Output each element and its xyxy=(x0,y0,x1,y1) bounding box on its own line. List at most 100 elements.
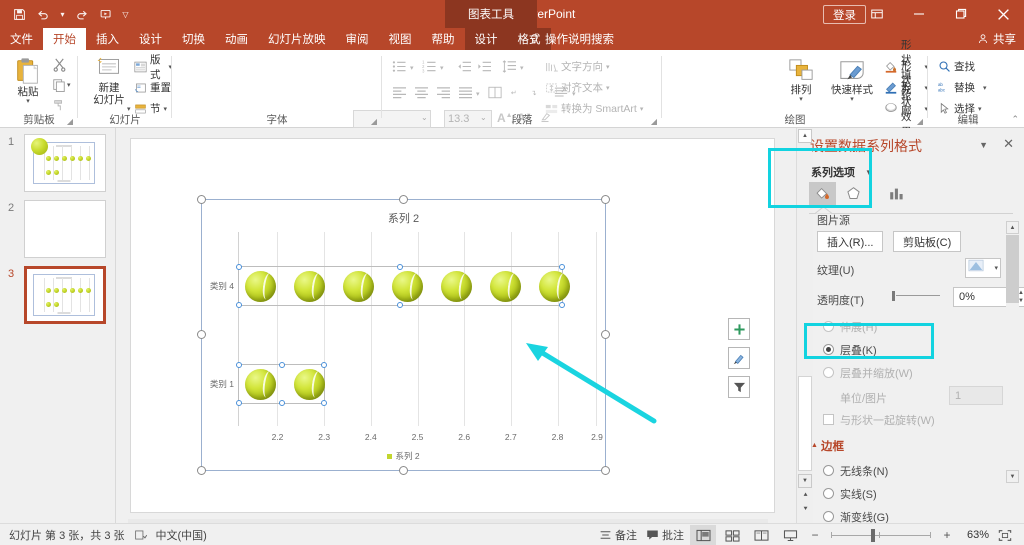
chart-handle-s[interactable] xyxy=(398,466,408,475)
zoom-out-button[interactable]: − xyxy=(806,525,824,545)
chart-styles-button[interactable] xyxy=(728,347,750,369)
bar1-handle-se[interactable] xyxy=(321,400,328,406)
text-direction-dropdown-icon[interactable]: ▾ xyxy=(606,63,610,71)
view-reading[interactable] xyxy=(748,525,774,545)
find-button[interactable]: 查找 xyxy=(938,58,975,75)
chart-handle-w[interactable] xyxy=(197,330,206,339)
columns-icon[interactable] xyxy=(488,86,502,99)
ribbon-tab-0[interactable]: 文件 xyxy=(0,28,43,50)
share-button[interactable]: 共享 xyxy=(977,28,1016,50)
texture-picker[interactable]: ▾ xyxy=(965,258,1001,278)
radio-no-line[interactable] xyxy=(823,465,834,476)
chart-handle-nw[interactable] xyxy=(197,195,206,204)
undo-dropdown-icon[interactable]: ▾ xyxy=(56,3,69,25)
close-button[interactable] xyxy=(982,0,1024,28)
chart-handle-ne[interactable] xyxy=(601,195,610,204)
border-section-header[interactable]: 边框 xyxy=(821,438,844,454)
numbering-dropdown-icon[interactable]: ▾ xyxy=(440,64,444,72)
pane-right-scrollbar[interactable]: ▲ ▼ xyxy=(1006,221,1019,483)
minimize-button[interactable] xyxy=(898,0,940,28)
accessibility-icon[interactable] xyxy=(134,529,147,541)
chart-elements-button[interactable] xyxy=(728,318,750,340)
rotate-with-shape-checkbox[interactable] xyxy=(823,414,834,425)
bar4-handle-nw[interactable] xyxy=(236,264,242,270)
clipboard-dialog-launcher[interactable]: ◢ xyxy=(65,116,75,126)
bar4-handle-sw[interactable] xyxy=(236,302,242,308)
series-options-tab[interactable] xyxy=(883,182,910,206)
numbering-icon[interactable]: 123 xyxy=(422,60,437,73)
ribbon-tab-1[interactable]: 开始 xyxy=(43,28,86,50)
ribbon-tab-8[interactable]: 视图 xyxy=(379,28,422,50)
decrease-indent-icon[interactable] xyxy=(457,60,472,73)
language-indicator[interactable]: 中文(中国) xyxy=(156,527,207,543)
align-text-button[interactable]: 对齐文本 ▾ xyxy=(545,79,610,96)
chart-handle-se[interactable] xyxy=(601,466,610,475)
restore-button[interactable] xyxy=(940,0,982,28)
paste-button[interactable]: 粘贴 ▾ xyxy=(8,56,48,105)
replace-dropdown-icon[interactable]: ▾ xyxy=(983,84,987,92)
ribbon-tab-2[interactable]: 插入 xyxy=(86,28,129,50)
undo-icon[interactable] xyxy=(32,3,54,25)
view-normal[interactable] xyxy=(690,525,716,545)
slide-thumb-box-2[interactable] xyxy=(24,200,106,258)
align-text-dropdown-icon[interactable]: ▾ xyxy=(606,84,610,92)
text-direction-rotate2-icon[interactable]: ↴ xyxy=(530,86,544,99)
chart-bar-category-4[interactable] xyxy=(236,264,570,308)
tell-me-search[interactable]: 操作说明搜索 xyxy=(529,28,614,50)
quick-styles-button[interactable]: 快速样式 ▾ xyxy=(828,58,876,103)
ribbon-display-options-button[interactable] xyxy=(856,0,898,28)
bar1-handle-nw[interactable] xyxy=(236,362,242,368)
chart-object[interactable]: 系列 2 类别 4 类别 1 2.2 2.3 2.4 2.5 2.6 2.7 2… xyxy=(197,195,610,475)
slide-thumbnail-3[interactable]: 3 xyxy=(0,266,112,328)
fit-to-window-icon[interactable] xyxy=(992,525,1018,545)
paste-dropdown-icon[interactable]: ▾ xyxy=(26,98,30,105)
ribbon-tab-9[interactable]: 帮助 xyxy=(422,28,465,50)
radio-stack-and-scale[interactable] xyxy=(823,367,834,378)
align-right-icon[interactable] xyxy=(436,86,451,99)
radio-solid-line[interactable] xyxy=(823,488,834,499)
line-spacing-icon[interactable] xyxy=(502,60,517,73)
bar1-handle-n[interactable] xyxy=(278,362,285,368)
justify-icon[interactable] xyxy=(458,86,473,99)
bar4-handle-n[interactable] xyxy=(397,264,404,270)
chart-handle-e[interactable] xyxy=(601,330,610,339)
slide-thumb-box-3[interactable] xyxy=(24,266,106,324)
slide-thumb-box-1[interactable] xyxy=(24,134,106,192)
ribbon-tab-3[interactable]: 设计 xyxy=(129,28,172,50)
line-spacing-dropdown-icon[interactable]: ▾ xyxy=(520,64,524,72)
slide-thumbnail-1[interactable]: 1 xyxy=(0,134,112,196)
ribbon-tab-7[interactable]: 审阅 xyxy=(336,28,379,50)
zoom-in-button[interactable]: + xyxy=(938,525,956,545)
bar4-handle-se[interactable] xyxy=(558,302,565,308)
ribbon-tab-10[interactable]: 设计 xyxy=(464,28,508,50)
ribbon-tab-4[interactable]: 切换 xyxy=(172,28,215,50)
notes-button[interactable]: 备注 xyxy=(596,524,640,545)
bar1-handle-s[interactable] xyxy=(278,400,285,406)
chart-legend[interactable]: 系列 2 xyxy=(202,450,605,462)
copy-icon[interactable] xyxy=(52,78,66,92)
text-direction-button[interactable]: 文字方向 ▾ xyxy=(545,58,610,75)
paragraph-dialog-launcher[interactable]: ◢ xyxy=(649,116,659,126)
texture-dropdown-icon[interactable]: ▾ xyxy=(994,264,998,272)
clipboard-picture-button[interactable]: 剪贴板(C) xyxy=(893,231,962,252)
replace-button[interactable]: ab abc 替换 ▾ xyxy=(938,79,987,96)
copy-dropdown-icon[interactable]: ▾ xyxy=(67,81,71,89)
redo-icon[interactable] xyxy=(71,3,93,25)
justify-dropdown-icon[interactable]: ▾ xyxy=(476,90,480,98)
bar1-handle-sw[interactable] xyxy=(236,400,242,406)
chart-bar-category-1[interactable] xyxy=(236,362,328,406)
align-left-icon[interactable] xyxy=(392,86,407,99)
collapse-ribbon-button[interactable]: ⌃ xyxy=(1011,114,1019,125)
save-icon[interactable] xyxy=(8,3,30,25)
comments-button[interactable]: 批注 xyxy=(643,524,687,545)
zoom-level-label[interactable]: 63% xyxy=(959,529,989,541)
ribbon-tab-5[interactable]: 动画 xyxy=(215,28,258,50)
units-per-picture-input[interactable]: 1 xyxy=(949,386,1003,405)
chart-plot-area[interactable]: 类别 4 类别 1 2.2 2.3 2.4 2.5 2.6 2.7 2.8 2.… xyxy=(210,232,603,442)
new-slide-button[interactable]: 新建 幻灯片 xyxy=(86,56,132,106)
view-slide-sorter[interactable] xyxy=(719,525,745,545)
layout-button[interactable]: 版式 ▾ xyxy=(134,54,172,81)
chart-filters-button[interactable] xyxy=(728,376,750,398)
view-slideshow[interactable] xyxy=(777,525,803,545)
font-dialog-launcher[interactable]: ◢ xyxy=(369,116,379,126)
